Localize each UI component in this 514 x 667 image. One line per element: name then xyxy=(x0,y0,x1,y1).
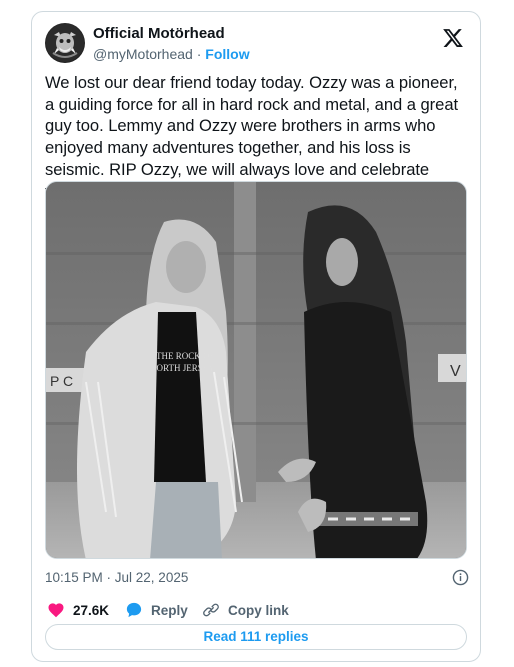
copy-link-label: Copy link xyxy=(228,602,289,618)
author-name[interactable]: Official Motörhead xyxy=(93,25,225,43)
reply-label: Reply xyxy=(151,602,188,618)
reply-button[interactable]: Reply xyxy=(125,600,188,620)
tweet-photo[interactable]: P C V THE ROCK OF NORTH JERSEY xyxy=(45,181,467,559)
copy-link-button[interactable]: Copy link xyxy=(202,600,289,620)
reply-bubble-icon xyxy=(126,602,142,618)
like-count: 27.6K xyxy=(73,602,110,618)
action-bar: 27.6K Reply Copy link xyxy=(45,600,471,620)
author-handle-line: @myMotorhead · Follow xyxy=(93,45,250,63)
read-replies-button[interactable]: Read 111 replies xyxy=(45,624,467,650)
author-handle[interactable]: @myMotorhead xyxy=(93,46,193,62)
x-logo-icon[interactable] xyxy=(442,27,464,49)
sign-left-text: P C xyxy=(50,373,73,389)
follow-button[interactable]: Follow xyxy=(205,46,249,62)
tweet-card: Official Motörhead @myMotorhead · Follow… xyxy=(31,11,481,662)
link-icon xyxy=(203,603,219,617)
timestamp[interactable]: 10:15 PM · Jul 22, 2025 xyxy=(45,570,188,585)
info-icon[interactable] xyxy=(452,569,469,586)
shirt-text-1: THE ROCK OF xyxy=(156,351,215,361)
separator: · xyxy=(192,46,206,62)
avatar[interactable] xyxy=(45,23,85,63)
shirt-text-2: NORTH JERSEY xyxy=(150,363,215,373)
timestamp-row: 10:15 PM · Jul 22, 2025 xyxy=(45,569,471,587)
tweet-header: Official Motörhead @myMotorhead · Follow xyxy=(45,23,468,67)
photo-image: P C V THE ROCK OF NORTH JERSEY xyxy=(46,182,466,558)
heart-icon xyxy=(48,603,64,618)
warpig-icon xyxy=(46,24,84,62)
sign-right-text: V xyxy=(450,363,461,380)
like-button[interactable]: 27.6K xyxy=(47,600,109,620)
